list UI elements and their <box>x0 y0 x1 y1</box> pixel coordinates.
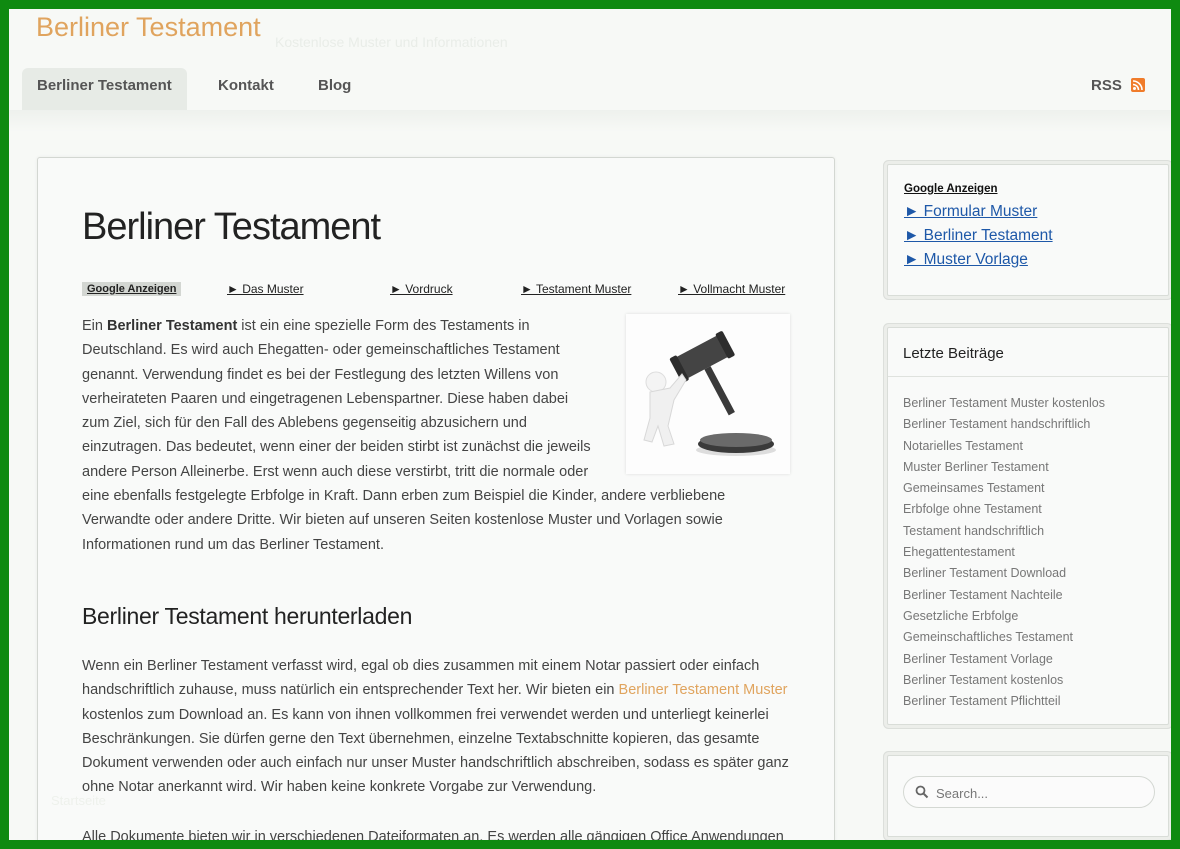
list-item[interactable]: Berliner Testament Muster kostenlos <box>903 393 1105 414</box>
search-widget <box>887 755 1169 837</box>
download-text-post: kostenlos zum Download an. Es kann von i… <box>82 706 789 796</box>
intro-text-bold: Berliner Testament <box>107 318 238 334</box>
nav-item-kontakt[interactable]: Kontakt <box>203 68 289 110</box>
list-item[interactable]: Berliner Testament Download <box>903 563 1105 584</box>
intro-text-pre: Ein <box>82 318 107 334</box>
list-item[interactable]: Gemeinsames Testament <box>903 478 1105 499</box>
sidebar-ad-label[interactable]: Google Anzeigen <box>904 183 998 195</box>
ad-link-das-muster[interactable]: ► Das Muster <box>227 282 304 296</box>
ad-link-vordruck[interactable]: ► Vordruck <box>390 282 453 296</box>
page-title: Berliner Testament <box>82 206 381 248</box>
sidebar-ad-link-formular-muster[interactable]: ► Formular Muster <box>904 203 1037 221</box>
list-item[interactable]: Berliner Testament Vorlage <box>903 649 1105 670</box>
rss-label: RSS <box>1090 77 1122 94</box>
list-item[interactable]: Testament handschriftlich <box>903 521 1105 542</box>
ghost-footer-text: Startseite <box>51 793 106 808</box>
list-item[interactable]: Ehegattentestament <box>903 542 1105 563</box>
sidebar-ad-link-berliner-testament[interactable]: ► Berliner Testament <box>904 227 1053 245</box>
ad-label[interactable]: Google Anzeigen <box>82 282 182 296</box>
list-item[interactable]: Gesetzliche Erbfolge <box>903 606 1105 627</box>
main-content: Berliner Testament Google Anzeigen ► Das… <box>37 157 835 840</box>
list-item[interactable]: Berliner Testament Nachteile <box>903 585 1105 606</box>
search-input[interactable] <box>934 782 1148 804</box>
recent-posts-title: Letzte Beiträge <box>903 345 1004 362</box>
download-paragraph: Wenn ein Berliner Testament verfasst wir… <box>82 654 790 800</box>
ad-link-vollmacht-muster[interactable]: ► Vollmacht Muster <box>678 282 785 296</box>
list-item[interactable]: Berliner Testament Pflichtteil <box>903 691 1105 712</box>
nav-item-berliner-testament[interactable]: Berliner Testament <box>22 68 187 110</box>
browser-viewport: Berliner Testament Kostenlose Muster und… <box>9 9 1171 840</box>
list-item[interactable]: Muster Berliner Testament <box>903 457 1105 478</box>
list-item[interactable]: Gemeinschaftliches Testament <box>903 627 1105 648</box>
sidebar-ad-link-muster-vorlage[interactable]: ► Muster Vorlage <box>904 251 1028 269</box>
recent-posts-widget: Letzte Beiträge Berliner Testament Muste… <box>887 327 1169 725</box>
ad-link-testament-muster[interactable]: ► Testament Muster <box>521 282 631 296</box>
list-item[interactable]: Erbfolge ohne Testament <box>903 499 1105 520</box>
gavel-icon <box>643 331 776 456</box>
muster-link[interactable]: Berliner Testament Muster <box>619 682 788 698</box>
ad-link-row: Google Anzeigen ► Das Muster ► Vordruck … <box>82 282 796 298</box>
list-item[interactable]: Berliner Testament handschriftlich <box>903 414 1105 435</box>
sidebar-ads-widget: Google Anzeigen ► Formular Muster ► Berl… <box>887 164 1169 296</box>
list-item[interactable]: Berliner Testament kostenlos <box>903 670 1105 691</box>
rss-feed-icon <box>1131 78 1145 92</box>
widget-divider <box>888 376 1168 377</box>
site-tagline: Kostenlose Muster und Informationen <box>275 34 508 50</box>
intro-paragraph: Ein Berliner Testament ist ein eine spez… <box>82 314 790 557</box>
header-shadow <box>9 110 1171 132</box>
rss-link[interactable]: RSS <box>1091 68 1145 104</box>
nav-item-blog[interactable]: Blog <box>303 68 366 110</box>
list-item[interactable]: Notarielles Testament <box>903 436 1105 457</box>
site-title[interactable]: Berliner Testament <box>36 12 261 43</box>
recent-posts-list: Berliner Testament Muster kostenlos Berl… <box>903 393 1105 712</box>
section-title: Berliner Testament herunterladen <box>82 603 413 629</box>
search-field[interactable] <box>903 776 1155 808</box>
gavel-illustration <box>626 314 790 474</box>
search-icon <box>915 785 929 799</box>
formats-paragraph: Alle Dokumente bieten wir in verschieden… <box>82 829 784 840</box>
